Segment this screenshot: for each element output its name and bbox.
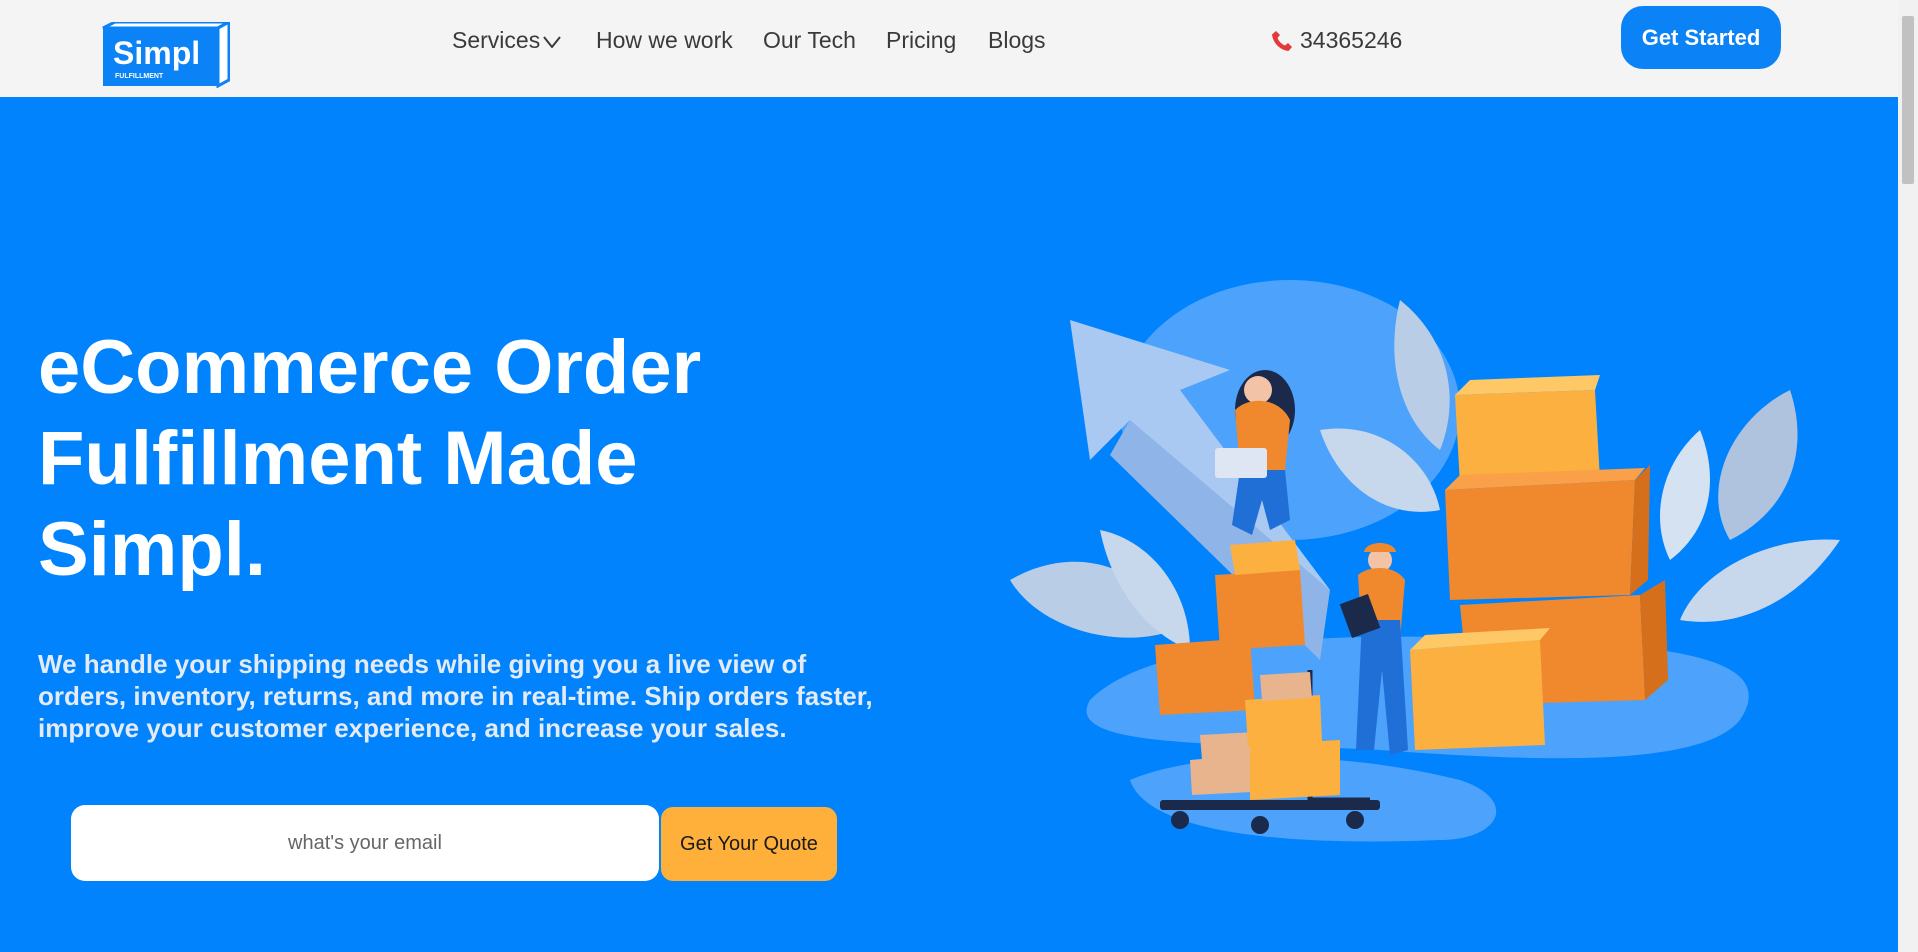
phone-number: 34365246 <box>1300 27 1403 53</box>
page-scrollbar[interactable] <box>1898 0 1918 952</box>
site-header: Simpl FULFILLMENT Services How we work O… <box>0 0 1898 97</box>
hero-title: eCommerce Order Fulfillment Made Simpl. <box>38 322 798 595</box>
phone-link[interactable]: 34365246 <box>1270 27 1402 54</box>
chevron-down-icon <box>543 36 561 48</box>
hero-title-line-2: Fulfillment Made <box>38 416 638 501</box>
logo-word: Simpl <box>113 35 200 71</box>
get-quote-button[interactable]: Get Your Quote <box>661 807 837 881</box>
hero-subtitle: We handle your shipping needs while givi… <box>38 649 873 743</box>
nav-services-label: Services <box>452 27 541 53</box>
nav-item-pricing[interactable]: Pricing <box>886 27 956 54</box>
nav-item-blogs[interactable]: Blogs <box>988 27 1046 54</box>
email-input[interactable] <box>71 805 659 881</box>
nav-item-our-tech[interactable]: Our Tech <box>763 27 856 54</box>
logo[interactable]: Simpl FULFILLMENT <box>101 22 230 88</box>
get-started-button[interactable]: Get Started <box>1621 6 1781 69</box>
fulfillment-illustration <box>1010 280 1840 842</box>
nav-item-services[interactable]: Services <box>452 27 561 54</box>
nav-item-how-we-work[interactable]: How we work <box>596 27 733 54</box>
hero-title-line-3: Simpl. <box>38 507 267 592</box>
scrollbar-thumb[interactable] <box>1902 16 1914 184</box>
hero-title-line-1: eCommerce Order <box>38 325 702 410</box>
logo-tagline: FULFILLMENT <box>115 73 164 80</box>
phone-icon <box>1272 30 1292 51</box>
